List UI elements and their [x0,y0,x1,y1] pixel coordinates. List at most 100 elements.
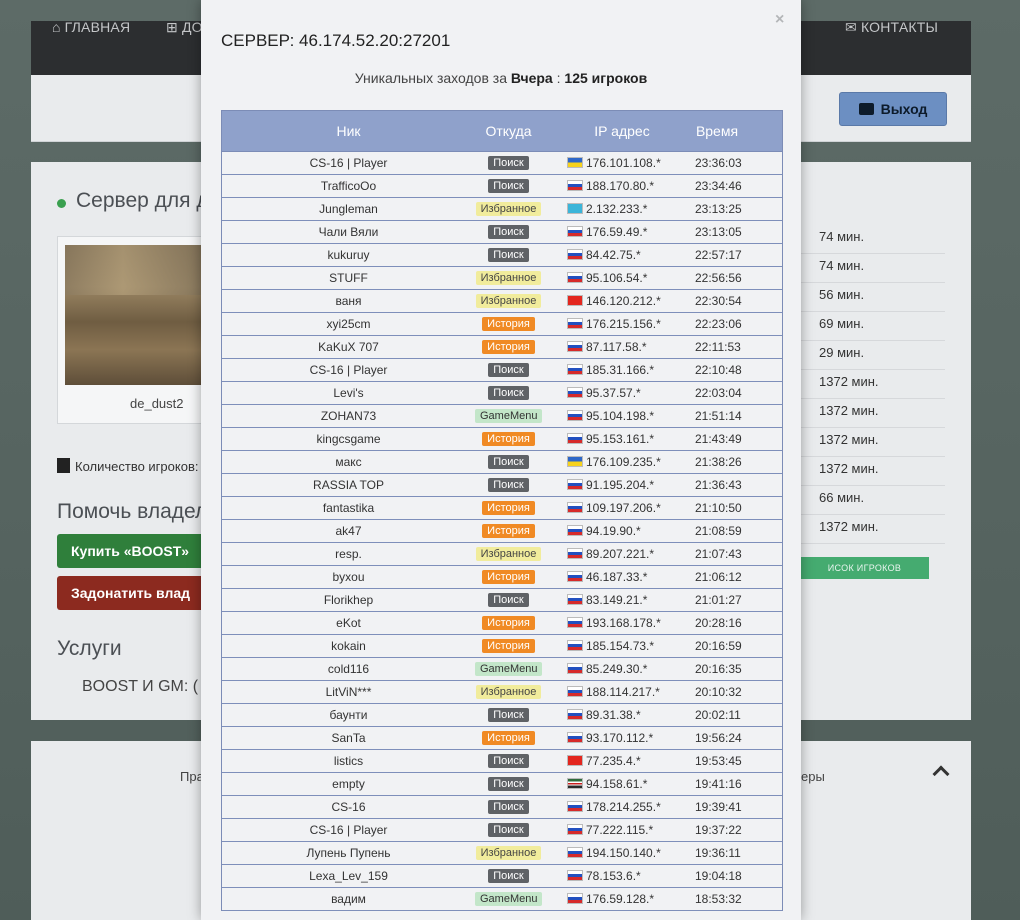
ip-address: 46.187.33.* [586,570,648,584]
source-cell: История [475,520,542,542]
country-flag-icon [567,663,583,675]
table-body: CS-16 | Player Поиск 176.101.108.* 23:36:03… [222,152,782,911]
player-nick: CS-16 | Player [309,823,388,837]
source-badge: GameMenu [475,408,543,423]
source-cell: GameMenu [475,888,543,910]
visit-time: 23:34:46 [695,179,742,193]
table-row: empty Поиск 94.158.61.* 19:41:16 [222,773,782,796]
visit-time: 21:07:43 [695,547,742,561]
nav-item-home[interactable]: ⌂ ГЛАВНАЯ [52,0,130,54]
source-cell: Поиск [475,704,542,726]
ip-address: 194.150.140.* [586,846,661,860]
visit-time: 20:10:32 [695,685,742,699]
player-nick: TrafficoOo [320,179,377,193]
ip-address: 188.114.217.* [586,685,660,699]
ip-cell: 176.59.49.* [567,221,697,243]
source-badge: Поиск [488,454,529,469]
ip-cell: 188.114.217.* [567,681,697,703]
player-nick: kokain [331,639,366,653]
table-row: resp. Избранное 89.207.221.* 21:07:43 [222,543,782,566]
source-badge: История [482,638,535,653]
time-cell: 1372 мин. [800,428,945,457]
table-row: STUFF Избранное 95.106.54.* 22:56:56 [222,267,782,290]
player-nick: Jungleman [319,202,378,216]
table-row: cold116 GameMenu 85.249.30.* 20:16:35 [222,658,782,681]
country-flag-icon [567,272,583,284]
table-row: Levi's Поиск 95.37.57.* 22:03:04 [222,382,782,405]
envelope-icon: ✉ [845,19,857,35]
player-nick: Lexa_Lev_159 [309,869,388,883]
ip-cell: 193.168.178.* [567,612,697,634]
source-badge: Поиск [488,247,529,262]
players-list-button[interactable]: ИСОК ИГРОКОВ [800,557,929,579]
close-icon[interactable]: × [775,11,784,29]
source-cell: Поиск [475,359,542,381]
ip-cell: 185.154.73.* [567,635,697,657]
source-cell: История [475,313,542,335]
ip-cell: 95.37.57.* [567,382,697,404]
country-flag-icon [567,870,583,882]
player-nick: kukuruy [327,248,370,262]
table-row: kingcsgame История 95.153.161.* 21:43:49 [222,428,782,451]
map-name: de_dust2 [130,396,184,411]
ip-cell: 194.150.140.* [567,842,697,864]
source-badge: История [482,339,535,354]
ip-address: 95.37.57.* [586,386,641,400]
source-cell: История [475,566,542,588]
ip-cell: 94.19.90.* [567,520,697,542]
table-row: CS-16 | Player Поиск 77.222.115.* 19:37:22 [222,819,782,842]
visit-time: 20:02:11 [695,708,741,722]
ip-address: 109.197.206.* [586,501,661,515]
ip-cell: 85.249.30.* [567,658,697,680]
table-row: byxou История 46.187.33.* 21:06:12 [222,566,782,589]
country-flag-icon [567,226,583,238]
column-header-source: Откуда [485,123,532,139]
player-nick: SanTa [331,731,366,745]
player-nick: empty [332,777,365,791]
ip-cell: 95.104.198.* [567,405,697,427]
nav-item-add[interactable]: ⊞ ДО [166,0,203,54]
source-badge: Поиск [488,385,529,400]
source-badge: История [482,431,535,446]
visit-time: 19:39:41 [695,800,742,814]
visitors-table: Ник Откуда IP адрес Время CS-16 | Player… [221,110,783,911]
visit-time: 23:36:03 [695,156,742,170]
visit-time: 21:43:49 [695,432,742,446]
time-cell: 74 мин. [800,225,945,254]
source-cell: Избранное [475,543,542,565]
ip-address: 95.153.161.* [586,432,655,446]
player-nick: CS-16 [331,800,366,814]
source-badge: Поиск [488,753,529,768]
ip-cell: 87.117.58.* [567,336,697,358]
table-row: ak47 История 94.19.90.* 21:08:59 [222,520,782,543]
ip-address: 94.19.90.* [586,524,641,538]
source-cell: Избранное [475,290,542,312]
source-cell: Поиск [475,221,542,243]
online-status-dot [57,199,66,208]
nav-item-contacts[interactable]: ✉ КОНТАКТЫ [845,0,938,54]
ip-cell: 176.109.235.* [567,451,697,473]
player-nick: fantastika [322,501,375,515]
visit-time: 22:11:53 [695,340,741,354]
source-cell: Поиск [475,175,542,197]
ip-cell: 95.153.161.* [567,428,697,450]
time-cell: 1372 мин. [800,515,945,544]
source-badge: Поиск [488,799,529,814]
table-row: kukuruy Поиск 84.42.75.* 22:57:17 [222,244,782,267]
source-badge: Поиск [488,592,529,607]
ip-cell: 146.120.212.* [567,290,697,312]
ip-address: 89.31.38.* [586,708,641,722]
country-flag-icon [567,594,583,606]
country-flag-icon [567,548,583,560]
services-title: Услуги [57,637,122,660]
country-flag-icon [567,249,583,261]
country-flag-icon [567,203,583,215]
logout-button[interactable]: Выход [839,92,947,126]
table-header: Ник Откуда IP адрес Время [222,111,782,152]
ip-cell: 84.42.75.* [567,244,697,266]
counter-strike-icon [57,458,70,473]
country-flag-icon [567,571,583,583]
visit-time: 22:03:04 [695,386,742,400]
player-nick: Лупень Пупень [306,846,391,860]
column-header-time: Время [695,123,739,139]
